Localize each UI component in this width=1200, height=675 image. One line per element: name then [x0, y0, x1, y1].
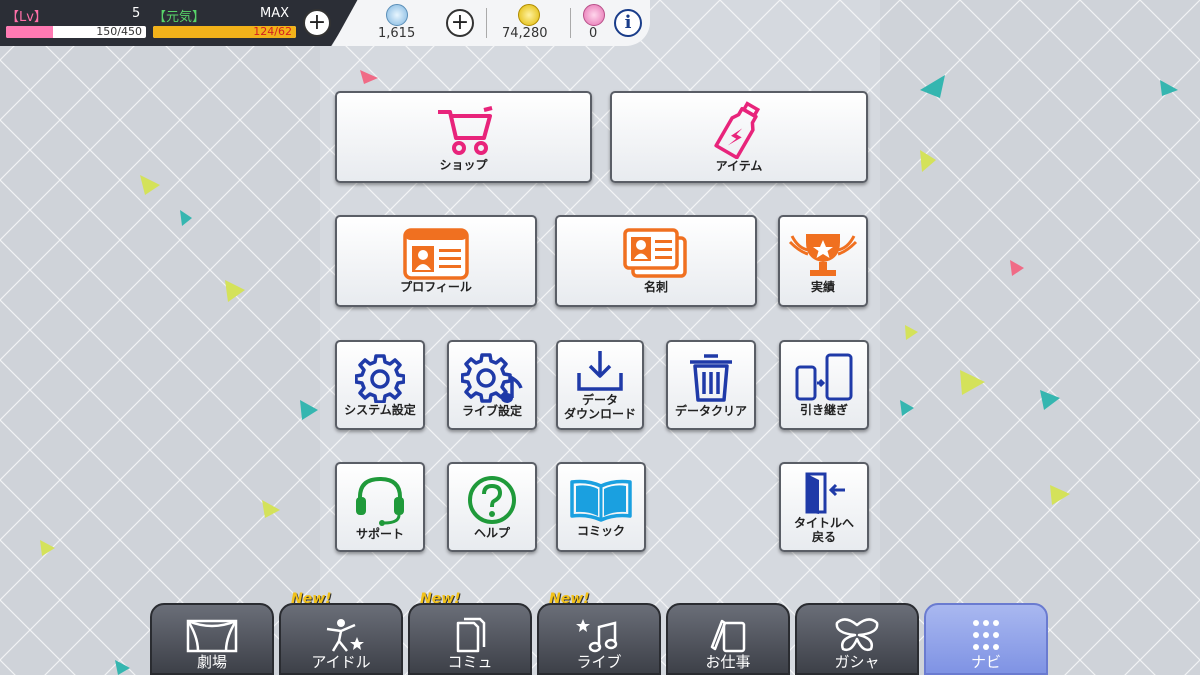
cart-icon: [437, 106, 492, 155]
nav-tab-gacha-label: ガシャ: [834, 653, 880, 671]
level-value: 5: [132, 6, 141, 21]
nav-tab-commu-label: コミュ: [447, 653, 493, 671]
support-button[interactable]: サポート: [335, 462, 425, 552]
system-settings-label: システム設定: [344, 403, 416, 417]
nav-tab-live[interactable]: New! ライブ: [537, 591, 661, 675]
help-icon: [468, 476, 516, 524]
support-label: サポート: [355, 527, 404, 541]
new-badge: New!: [549, 591, 590, 607]
item-button[interactable]: アイテム: [610, 91, 868, 183]
divider: [570, 8, 571, 38]
data-download-label: データ ダウンロード: [563, 393, 636, 421]
status-bar: 【Lv】 5 150/450 【元気】 MAX 124/62 + 1,615 +…: [0, 0, 650, 46]
live-icon: [576, 619, 618, 653]
comic-label: コミック: [576, 524, 625, 538]
transfer-phones-icon: [795, 353, 853, 401]
achievement-label: 実績: [810, 280, 835, 294]
genki-label: 【元気】: [153, 10, 206, 25]
nav-tab-idol[interactable]: New! アイドル: [279, 591, 403, 675]
data-download-button[interactable]: データ ダウンロード: [556, 340, 644, 430]
return-title-button[interactable]: タイトルへ 戻る: [779, 462, 869, 552]
nav-tab-work-label: お仕事: [705, 653, 751, 671]
exp-text: 150/450: [96, 26, 142, 38]
work-icon: [710, 619, 746, 653]
live-settings-label: ライブ設定: [461, 404, 522, 418]
gear-music-icon: [461, 353, 523, 403]
genki-max-label: MAX: [260, 6, 290, 21]
coin-icon: [518, 4, 540, 26]
help-label: ヘルプ: [473, 526, 510, 540]
return-title-label: タイトルへ 戻る: [793, 516, 854, 544]
shop-label: ショップ: [439, 158, 488, 172]
trophy-icon: [788, 234, 858, 276]
transfer-label: 引き継ぎ: [799, 403, 848, 417]
nav-tab-theater-label: 劇場: [196, 653, 227, 671]
transfer-button[interactable]: 引き継ぎ: [779, 340, 869, 430]
data-clear-label: データクリア: [674, 404, 747, 418]
profile-label: プロフィール: [400, 280, 472, 294]
new-badge: New!: [291, 591, 332, 607]
download-icon: [577, 351, 623, 391]
exp-bar-fill: [6, 26, 53, 38]
nav-tab-commu[interactable]: New! コミュ: [408, 591, 532, 675]
book-icon: [570, 479, 632, 522]
help-button[interactable]: ヘルプ: [447, 462, 537, 552]
exit-door-icon: [805, 472, 845, 514]
gacha-icon: [835, 618, 879, 652]
new-badge: New!: [420, 591, 461, 607]
coin-count: 74,280: [502, 26, 548, 41]
commu-icon: [456, 617, 486, 653]
nav-tab-idol-label: アイドル: [311, 653, 371, 671]
item-label: アイテム: [715, 159, 763, 173]
background-pattern: [0, 0, 1200, 675]
trash-icon: [690, 354, 732, 402]
genki-bar: 124/62: [153, 26, 296, 38]
profile-button[interactable]: プロフィール: [335, 215, 537, 307]
bottle-icon: [714, 101, 761, 159]
profile-card-icon: [403, 228, 469, 280]
headset-icon: [356, 476, 404, 526]
nav-tab-navi[interactable]: ナビ: [924, 603, 1048, 675]
genki-recover-button[interactable]: +: [303, 9, 331, 37]
exp-bar: 150/450: [6, 26, 146, 38]
genki-text: 124/62: [253, 26, 292, 38]
ticket-icon: [583, 4, 605, 26]
gear-icon: [355, 354, 405, 403]
divider: [486, 8, 487, 38]
business-card-icon: [623, 228, 687, 278]
theater-icon: [186, 619, 238, 653]
navi-grid-icon: [973, 620, 999, 650]
live-settings-button[interactable]: ライブ設定: [447, 340, 537, 430]
system-settings-button[interactable]: システム設定: [335, 340, 425, 430]
business-card-label: 名刺: [643, 280, 668, 294]
nav-tab-work[interactable]: お仕事: [666, 603, 790, 675]
jewel-count: 1,615: [378, 26, 416, 41]
nav-tab-theater[interactable]: 劇場: [150, 603, 274, 675]
nav-tab-gacha[interactable]: ガシャ: [795, 603, 919, 675]
jewel-add-button[interactable]: +: [446, 9, 474, 37]
business-card-button[interactable]: 名刺: [555, 215, 757, 307]
achievement-button[interactable]: 実績: [778, 215, 868, 307]
nav-tab-navi-label: ナビ: [970, 653, 1001, 671]
level-label: 【Lv】: [6, 10, 47, 25]
comic-button[interactable]: コミック: [556, 462, 646, 552]
info-button[interactable]: i: [614, 9, 642, 37]
shop-button[interactable]: ショップ: [335, 91, 592, 183]
data-clear-button[interactable]: データクリア: [666, 340, 756, 430]
jewel-icon: [386, 4, 408, 26]
ticket-count: 0: [589, 26, 598, 41]
idol-icon: [326, 619, 364, 652]
nav-tab-live-label: ライブ: [576, 653, 622, 671]
